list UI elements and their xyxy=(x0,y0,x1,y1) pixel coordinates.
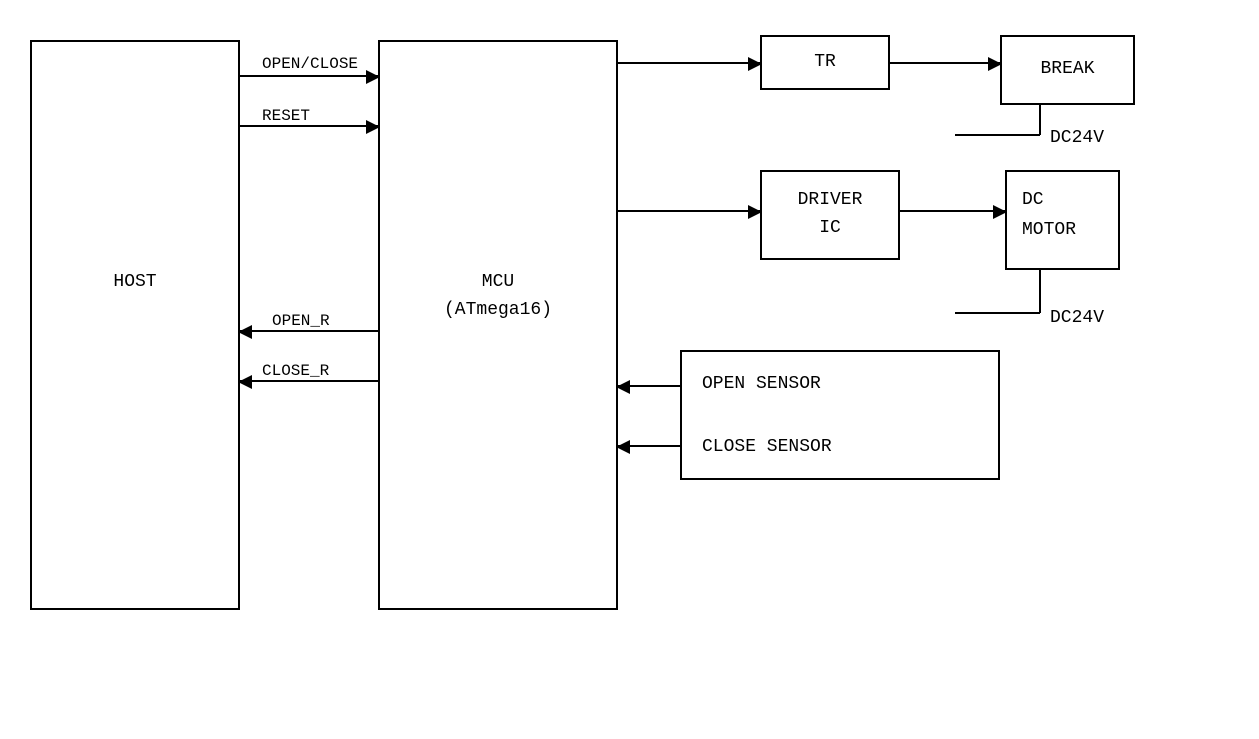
host-label: HOST xyxy=(34,272,236,294)
mcu-label-line2: (ATmega16) xyxy=(382,300,614,322)
open-sensor-label: OPEN SENSOR xyxy=(702,374,821,396)
arrow-open-sensor xyxy=(618,385,680,387)
dcmotor-label-line1: DC xyxy=(1022,190,1116,212)
arrow-open-close xyxy=(240,75,378,77)
tr-block: TR xyxy=(760,35,890,90)
label-open-close: OPEN/CLOSE xyxy=(262,56,358,72)
arrow-open-r xyxy=(240,330,378,332)
label-close-r: CLOSE_R xyxy=(262,363,329,379)
arrow-close-r xyxy=(240,380,378,382)
sensor-block: OPEN SENSOR CLOSE SENSOR xyxy=(680,350,1000,480)
dcmotor-label-line2: MOTOR xyxy=(1022,220,1116,242)
dc-motor-block: DC MOTOR xyxy=(1005,170,1120,270)
arrow-tr-break xyxy=(890,62,1000,64)
diagram-canvas: HOST MCU (ATmega16) TR BREAK DRIVER IC D… xyxy=(0,0,1259,739)
arrow-mcu-driver xyxy=(618,210,760,212)
label-dc24v-2: DC24V xyxy=(1050,308,1104,328)
driver-ic-block: DRIVER IC xyxy=(760,170,900,260)
arrow-reset xyxy=(240,125,378,127)
host-block: HOST xyxy=(30,40,240,610)
tr-label: TR xyxy=(764,52,886,74)
driver-label-line2: IC xyxy=(764,218,896,240)
close-sensor-label: CLOSE SENSOR xyxy=(702,437,832,459)
driver-label-line1: DRIVER xyxy=(764,190,896,212)
arrow-driver-dcmotor xyxy=(900,210,1005,212)
arrow-mcu-tr xyxy=(618,62,760,64)
label-open-r: OPEN_R xyxy=(272,313,330,329)
hook-dc24v-break xyxy=(955,103,1045,143)
hook-dc24v-motor xyxy=(955,268,1045,318)
break-block: BREAK xyxy=(1000,35,1135,105)
label-dc24v-1: DC24V xyxy=(1050,128,1104,148)
label-reset: RESET xyxy=(262,108,310,124)
mcu-block: MCU (ATmega16) xyxy=(378,40,618,610)
arrow-close-sensor xyxy=(618,445,680,447)
break-label: BREAK xyxy=(1004,59,1131,81)
mcu-label-line1: MCU xyxy=(382,272,614,294)
